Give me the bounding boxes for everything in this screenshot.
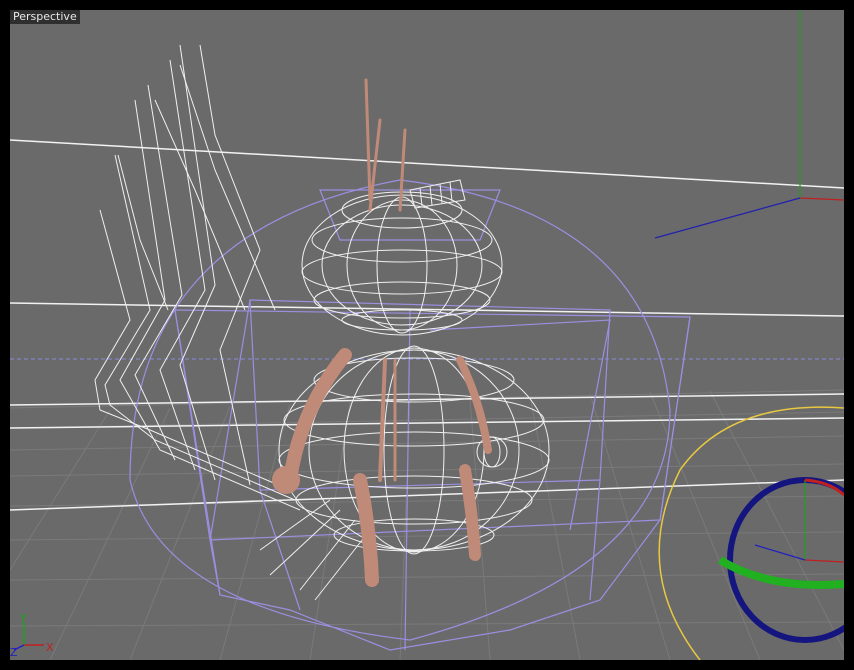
character-limbs[interactable] <box>272 78 492 587</box>
viewport-label[interactable]: Perspective <box>10 10 80 24</box>
floor-grid <box>10 389 844 660</box>
orientation-triad: Y X Z <box>10 612 54 659</box>
viewport-scene[interactable]: Y X Z <box>10 10 844 660</box>
axis-y-label: Y <box>19 612 27 625</box>
character-wireframe[interactable] <box>94 44 550 601</box>
axis-x-label: X <box>46 641 54 654</box>
axis-z-label: Z <box>10 646 18 659</box>
reference-lines <box>10 139 844 511</box>
3d-viewport[interactable]: Perspective Y X Z <box>10 10 844 660</box>
app-window: Perspective Y X Z <box>0 0 854 670</box>
world-axes <box>654 10 844 239</box>
